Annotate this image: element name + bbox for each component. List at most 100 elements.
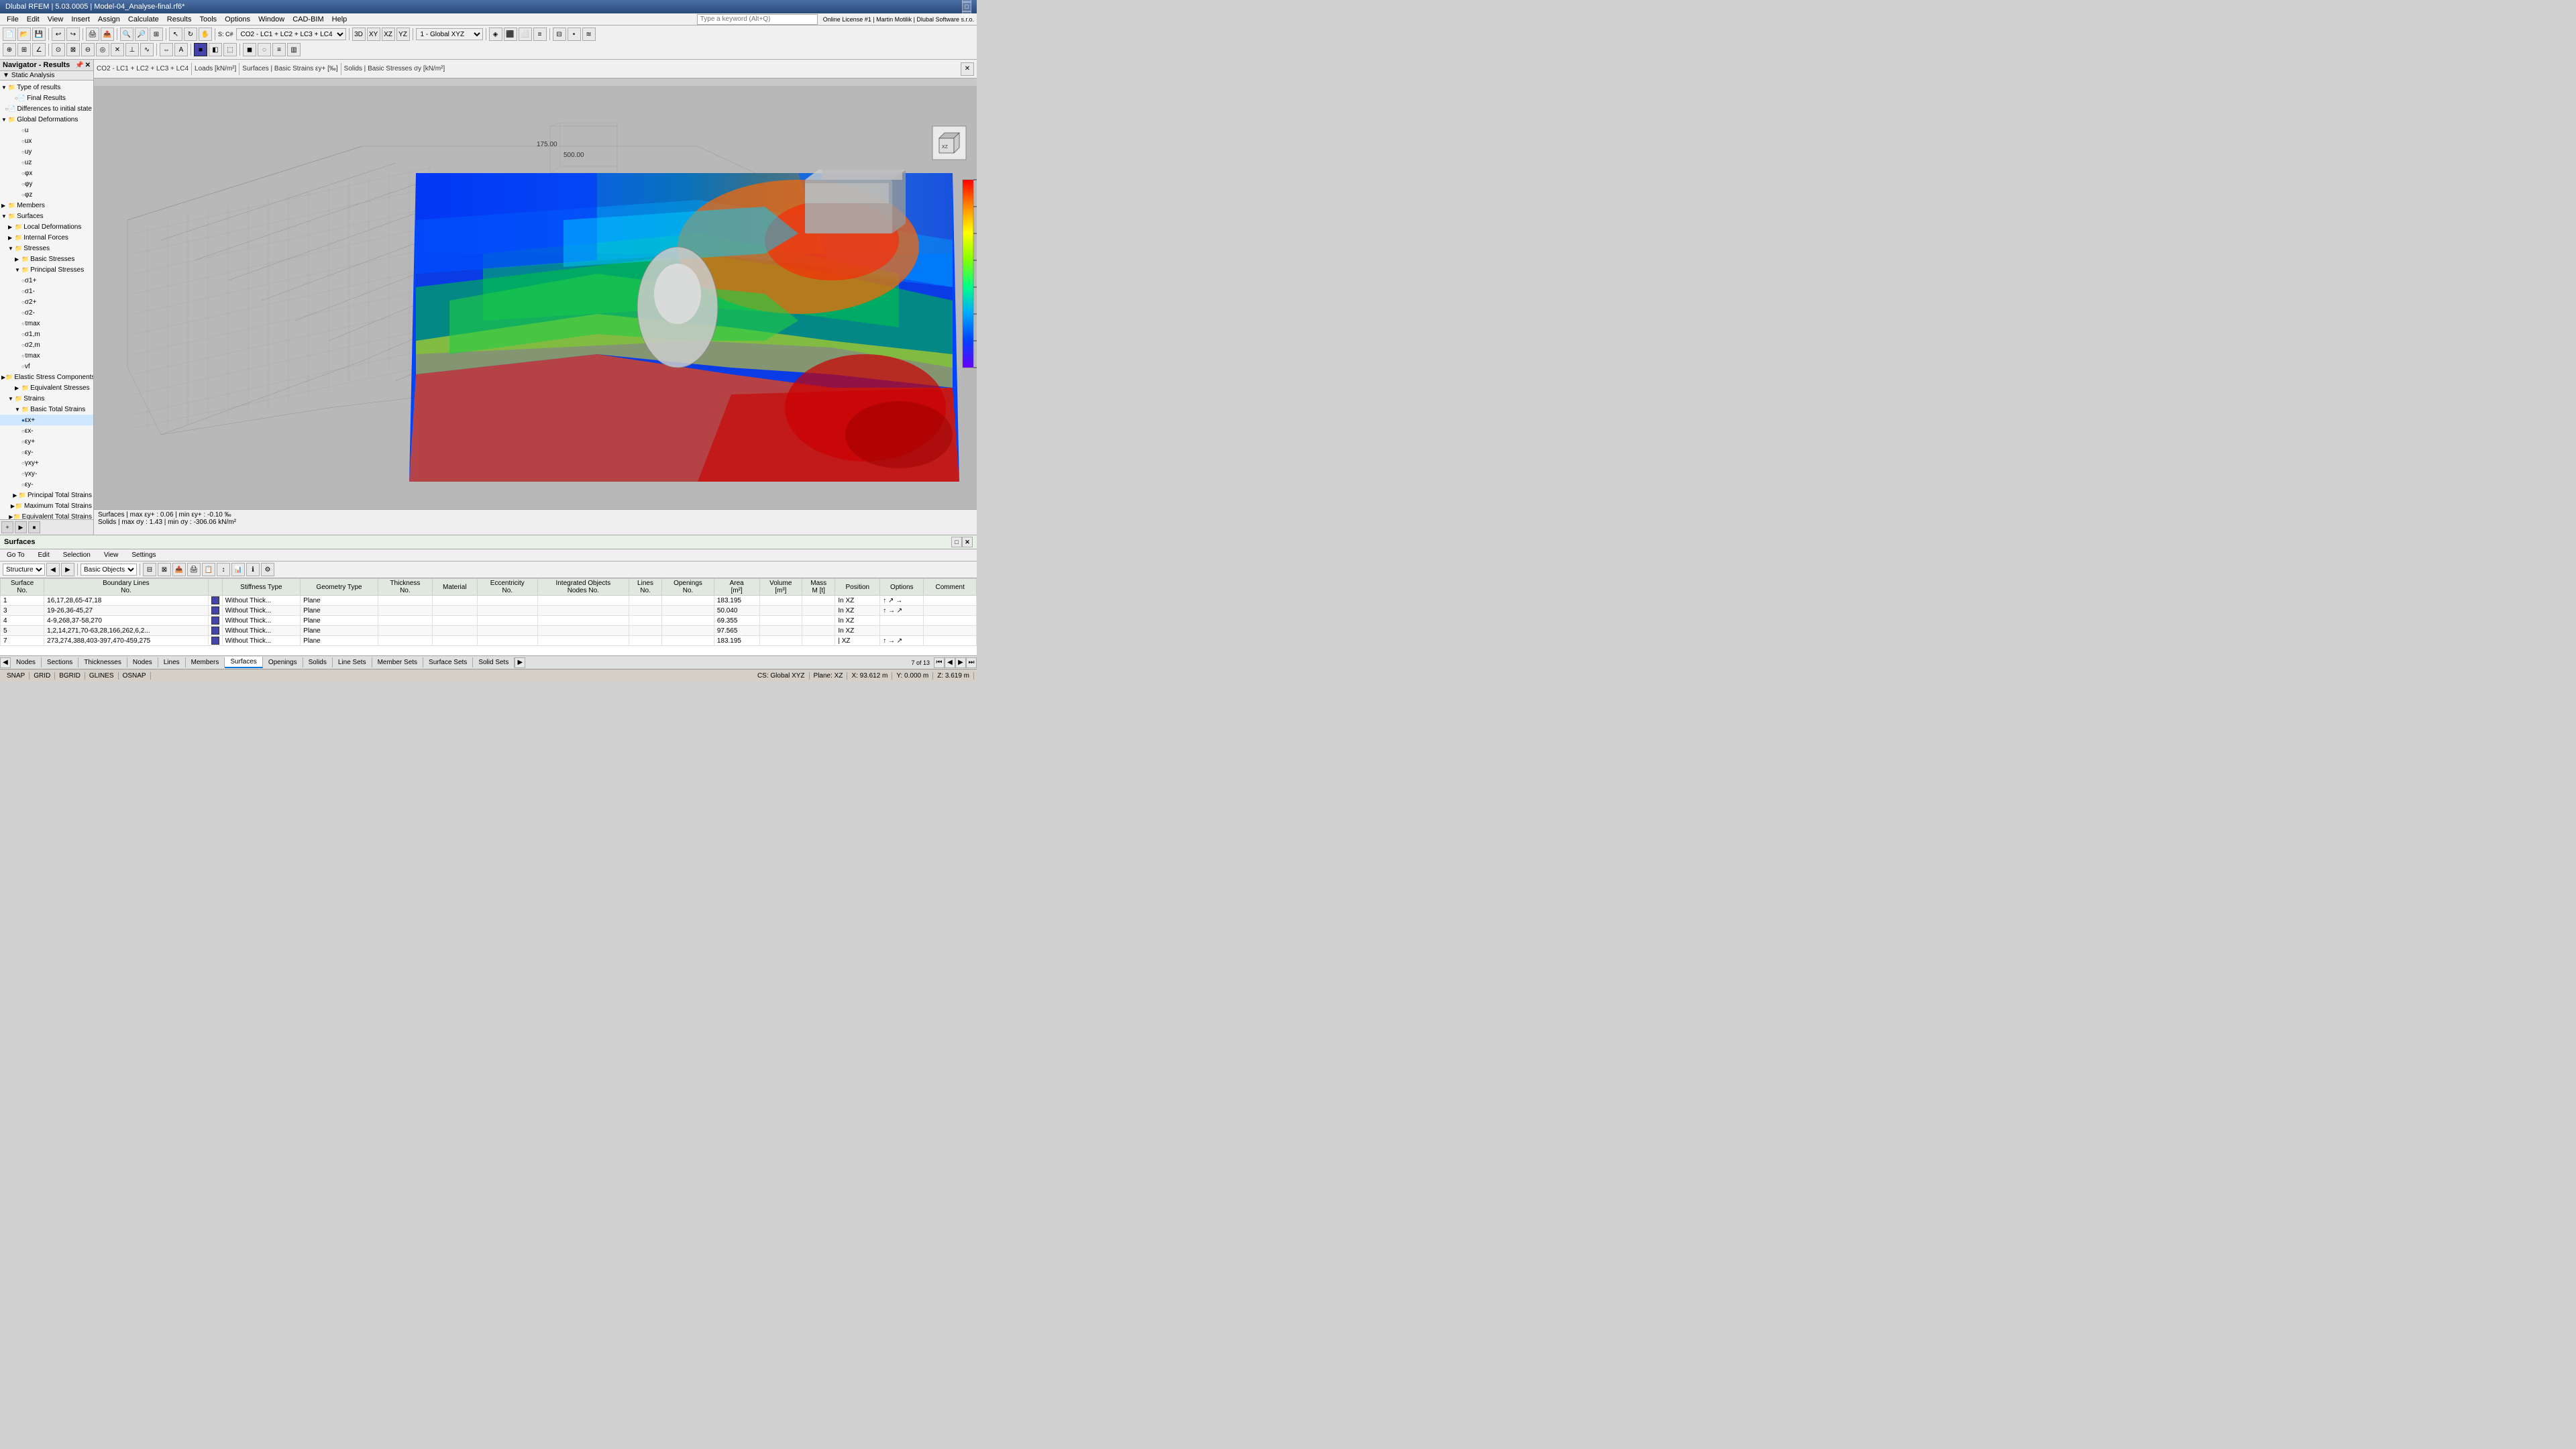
tree-item-local-def[interactable]: ▶ 📁 Local Deformations — [0, 221, 93, 232]
menu-tools[interactable]: Tools — [195, 15, 221, 24]
basic-objects-combo[interactable]: Basic Objects — [80, 564, 137, 576]
panel-menu-edit[interactable]: Edit — [34, 551, 54, 559]
tree-item-eps-ym2[interactable]: ○ εy- — [0, 479, 93, 490]
nav-play-btn[interactable]: ▶ — [15, 521, 27, 533]
tangent-btn[interactable]: ∿ — [140, 43, 154, 56]
tree-item-internal-forces[interactable]: ▶ 📁 Internal Forces — [0, 232, 93, 243]
select-btn[interactable]: ↖ — [169, 28, 182, 41]
open-btn[interactable]: 📂 — [17, 28, 31, 41]
view-xz-btn[interactable]: XZ — [382, 28, 395, 41]
pan-btn[interactable]: ✋ — [199, 28, 212, 41]
node-btn[interactable]: • — [568, 28, 581, 41]
panel-menu-view[interactable]: View — [100, 551, 123, 559]
tree-item-eps-xp[interactable]: ● εx+ — [0, 415, 93, 425]
panel-menu-selection[interactable]: Selection — [59, 551, 95, 559]
tree-item-sigma2m[interactable]: ○ σ2- — [0, 307, 93, 318]
surface-color-btn[interactable]: ◧ — [209, 43, 222, 56]
snap-status[interactable]: SNAP — [3, 672, 30, 680]
mesh-btn[interactable]: ⊟ — [553, 28, 566, 41]
panel-filter-btn[interactable]: ⊟ — [143, 563, 156, 576]
smooth-btn[interactable]: ◌ — [258, 43, 271, 56]
snap-btn[interactable]: ⊕ — [3, 43, 16, 56]
panel-copy-btn[interactable]: 📋 — [202, 563, 215, 576]
panel-close-btn[interactable]: ✕ — [962, 537, 973, 547]
tab-member-sets[interactable]: Member Sets — [372, 657, 423, 667]
panel-export-btn[interactable]: 📤 — [172, 563, 186, 576]
center-btn[interactable]: ◎ — [96, 43, 109, 56]
tab-members[interactable]: Members — [186, 657, 225, 667]
nav-add-btn[interactable]: + — [1, 521, 13, 533]
tree-item-eps-ym[interactable]: ○ εy- — [0, 447, 93, 458]
search-input[interactable] — [697, 14, 818, 25]
panel-filter2-btn[interactable]: ⊠ — [158, 563, 171, 576]
contours-btn[interactable]: ▥ — [287, 43, 301, 56]
tab-solid-sets[interactable]: Solid Sets — [473, 657, 515, 667]
panel-maximize-btn[interactable]: □ — [951, 537, 962, 547]
tree-item-final-results[interactable]: ○ 📄 Final Results — [0, 93, 93, 103]
menu-view[interactable]: View — [44, 15, 68, 24]
page-last-btn[interactable]: ⏭ — [966, 657, 977, 668]
wireframe-btn[interactable]: ⬚ — [223, 43, 237, 56]
undo-btn[interactable]: ↩ — [52, 28, 65, 41]
tab-nodes2[interactable]: Nodes — [127, 657, 158, 667]
tree-item-stresses[interactable]: ▼ 📁 Stresses — [0, 243, 93, 254]
tree-item-elastic[interactable]: ▶ 📁 Elastic Stress Components — [0, 372, 93, 382]
export-btn[interactable]: 📤 — [101, 28, 114, 41]
tree-item-strains[interactable]: ▼ 📁 Strains — [0, 393, 93, 404]
glines-status[interactable]: GLINES — [85, 672, 119, 680]
tree-item-vf[interactable]: ○ vf — [0, 361, 93, 372]
menu-file[interactable]: File — [3, 15, 23, 24]
zoom-all-btn[interactable]: ⊞ — [150, 28, 163, 41]
tab-sections[interactable]: Sections — [42, 657, 78, 667]
point-snap-btn[interactable]: ⊙ — [52, 43, 65, 56]
tree-item-tau2[interactable]: ○ τmax — [0, 350, 93, 361]
dim-btn[interactable]: ⇔ — [160, 43, 173, 56]
menu-insert[interactable]: Insert — [67, 15, 94, 24]
view-xy-btn[interactable]: XY — [367, 28, 380, 41]
table-row[interactable]: 116,17,28,65-47,18Without Thick...Plane1… — [1, 596, 977, 606]
menu-results[interactable]: Results — [163, 15, 196, 24]
load-case-select[interactable]: CO2 - LC1 + LC2 + LC3 + LC4 — [236, 28, 346, 40]
tree-item-max-total[interactable]: ▶ 📁 Maximum Total Strains — [0, 500, 93, 511]
print-btn[interactable]: 🖨 — [86, 28, 99, 41]
menu-help[interactable]: Help — [328, 15, 352, 24]
tree-item-ux[interactable]: ○ ux — [0, 136, 93, 146]
zoom-out-btn[interactable]: 🔎 — [135, 28, 148, 41]
tab-nodes[interactable]: Nodes — [11, 657, 42, 667]
panel-print-btn[interactable]: 🖨 — [187, 563, 201, 576]
navigator-close-btn[interactable]: ✕ — [85, 62, 91, 69]
tree-item-gamma-xyp[interactable]: ○ γxy+ — [0, 458, 93, 468]
new-btn[interactable]: 📄 — [3, 28, 16, 41]
midpoint-btn[interactable]: ⊖ — [81, 43, 95, 56]
grid-status[interactable]: GRID — [30, 672, 55, 680]
navigator-pin-btn[interactable]: 📌 — [75, 62, 83, 69]
display3-btn[interactable]: ⬜ — [519, 28, 532, 41]
tab-line-sets[interactable]: Line Sets — [333, 657, 372, 667]
tree-item-differences[interactable]: ○ 📄 Differences to initial state — [0, 103, 93, 114]
tree-item-sigma1m2[interactable]: ○ σ1,m — [0, 329, 93, 339]
page-prev-btn[interactable]: ◀ — [945, 657, 955, 668]
tab-thicknesses[interactable]: Thicknesses — [78, 657, 127, 667]
tabs-next-btn[interactable]: ▶ — [515, 657, 525, 668]
menu-calculate[interactable]: Calculate — [124, 15, 163, 24]
perpendicular-btn[interactable]: ⊥ — [125, 43, 139, 56]
tree-item-gamma-xym[interactable]: ○ γxy- — [0, 468, 93, 479]
menu-window[interactable]: Window — [254, 15, 288, 24]
viewport-close-btn[interactable]: ✕ — [961, 62, 974, 76]
panel-tb-next[interactable]: ▶ — [61, 563, 74, 576]
tabs-prev-btn[interactable]: ◀ — [0, 657, 11, 668]
table-row[interactable]: 51,2,14,271,70-63,28,166,262,6,2...Witho… — [1, 626, 977, 636]
table-row[interactable]: 319-26,36-45,27Without Thick...Plane50.0… — [1, 606, 977, 616]
display-btn[interactable]: ◈ — [489, 28, 502, 41]
display2-btn[interactable]: ⬛ — [504, 28, 517, 41]
ortho-btn[interactable]: ⊞ — [17, 43, 31, 56]
tree-item-basic-total[interactable]: ▼ 📁 Basic Total Strains — [0, 404, 93, 415]
tree-item-sigma2p[interactable]: ○ σ2+ — [0, 297, 93, 307]
page-next-btn[interactable]: ▶ — [955, 657, 966, 668]
tree-item-surfaces[interactable]: ▼ 📁 Surfaces — [0, 211, 93, 221]
table-row[interactable]: 44-9,268,37-58,270Without Thick...Plane6… — [1, 616, 977, 626]
label-btn[interactable]: A — [174, 43, 188, 56]
section-btn[interactable]: ≋ — [582, 28, 596, 41]
tree-item-basic-stresses[interactable]: ▶ 📁 Basic Stresses — [0, 254, 93, 264]
panel-tb-prev[interactable]: ◀ — [46, 563, 60, 576]
